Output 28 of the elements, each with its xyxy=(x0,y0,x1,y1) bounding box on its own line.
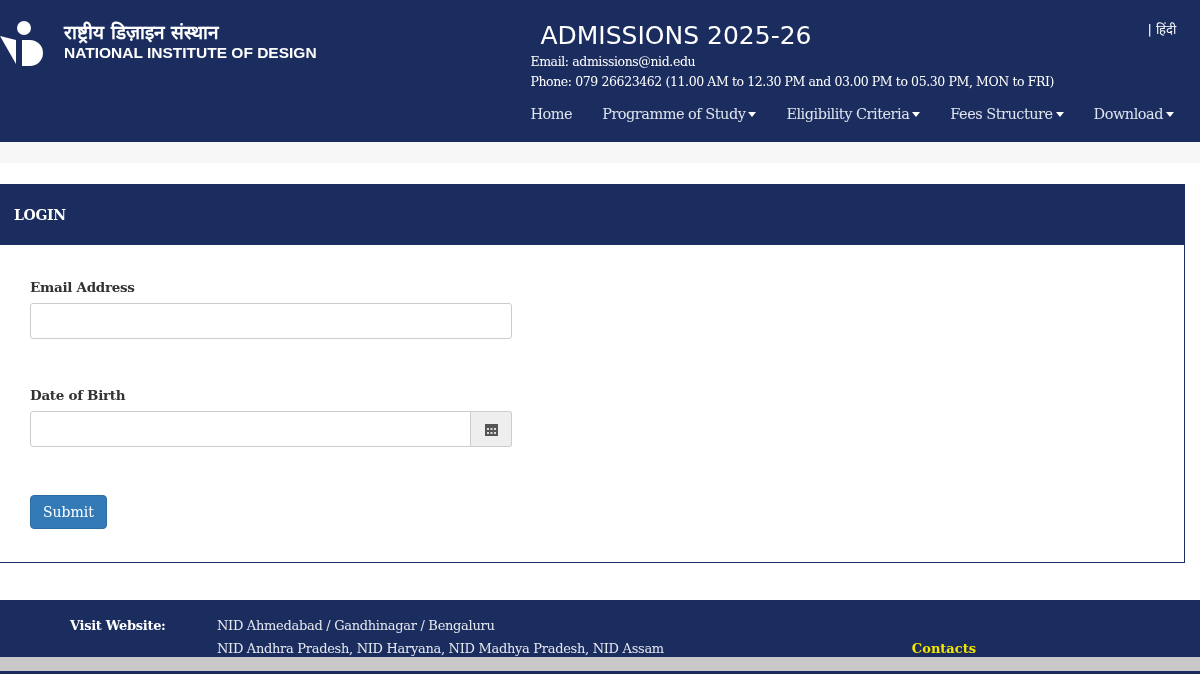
scrollbar[interactable] xyxy=(0,657,1200,671)
calendar-icon xyxy=(484,422,498,436)
submit-button[interactable]: Submit xyxy=(30,495,107,529)
logo-hindi-text: राष्ट्रीय डिज़ाइन संस्थान xyxy=(64,20,221,44)
field-label: Email Address xyxy=(30,279,136,295)
page-title: ADMISSIONS 2025-26 xyxy=(540,20,812,52)
email-info: Email: admissions@nid.edu xyxy=(530,53,697,71)
nav-link[interactable]: Programme of Study xyxy=(602,106,757,122)
nav-link[interactable]: Eligibility Criteria xyxy=(786,106,921,122)
nav-link[interactable]: Home xyxy=(530,106,573,122)
website-link[interactable]: NID Andhra Pradesh, NID Haryana, NID Madhya Pradesh, NID Assam xyxy=(217,641,888,656)
caret-icon xyxy=(912,111,921,117)
email-field[interactable] xyxy=(30,303,512,339)
nav-link[interactable]: Fees Structure xyxy=(950,106,1064,122)
logo-text: NATIONAL INSTITUTE OF DESIGN xyxy=(64,44,317,62)
website-link[interactable]: NID Ahmedabad / Gandhinagar / Bengaluru xyxy=(217,618,888,633)
visit-label: Visit Website: xyxy=(70,618,167,633)
phone-info: Phone: 079 26623462 (11.00 AM to 12.30 PM and 03.00 PM to 05.30 PM, MON to FRI) xyxy=(530,73,1055,91)
caret-icon xyxy=(1166,111,1174,117)
calendar-button[interactable] xyxy=(471,411,512,447)
contacts-link[interactable]: Contacts xyxy=(911,641,1200,656)
date-field[interactable] xyxy=(30,411,471,447)
caret-icon xyxy=(748,111,757,117)
caret-icon xyxy=(1055,111,1064,117)
nav-link[interactable]: Download xyxy=(1093,106,1174,122)
language-link[interactable]: | हिंदी xyxy=(1147,20,1176,38)
panel-title: LOGIN xyxy=(14,207,66,223)
field-label: Date of Birth xyxy=(30,387,127,403)
